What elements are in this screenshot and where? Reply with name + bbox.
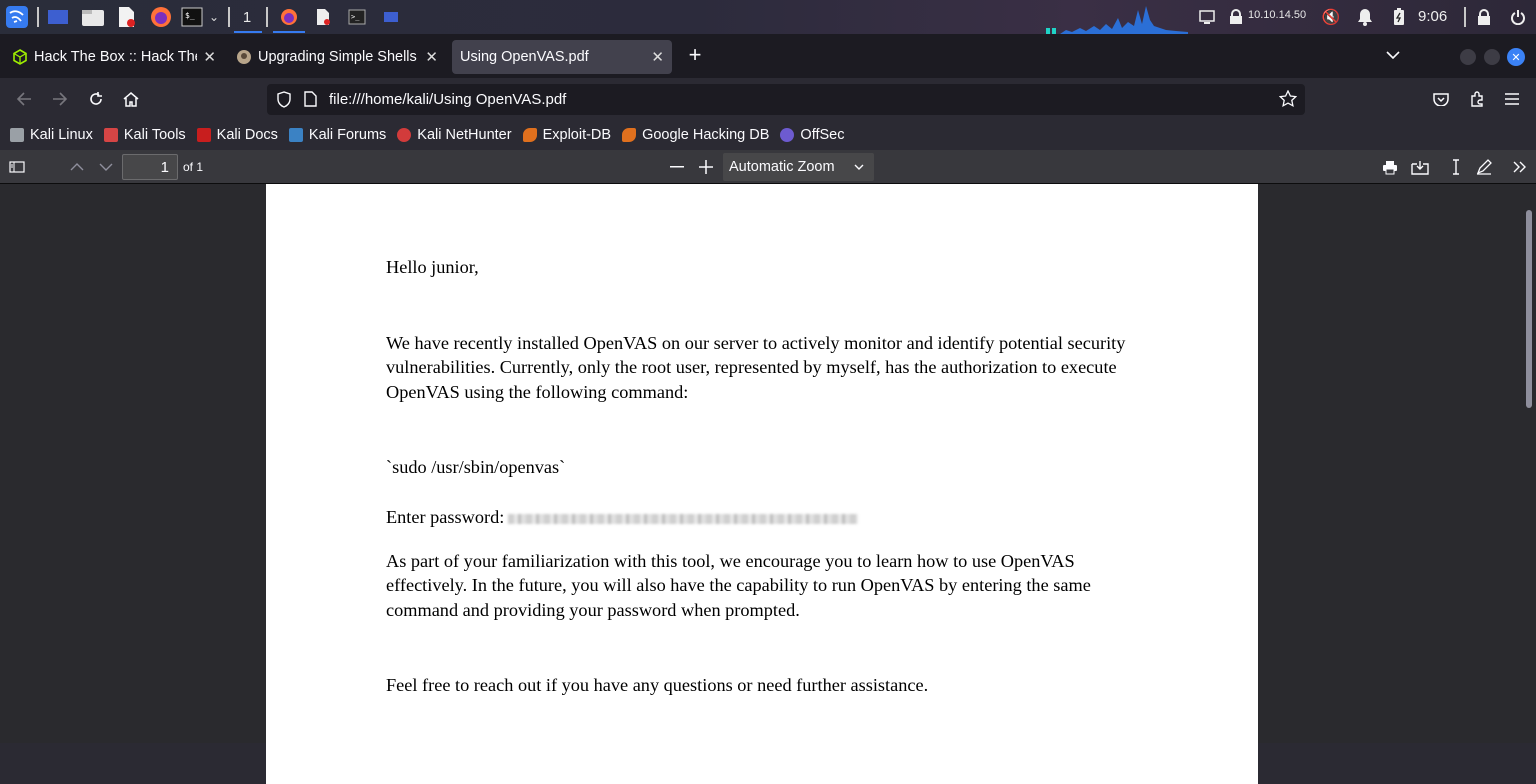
tab-label: Hack The Box :: Hack The: [34, 49, 198, 65]
next-page-icon[interactable]: [93, 155, 119, 179]
forward-button[interactable]: [47, 87, 73, 111]
lock-screen-icon[interactable]: [1474, 5, 1494, 29]
battery-icon: [1390, 5, 1408, 29]
print-icon[interactable]: [1377, 155, 1403, 179]
tab-using-openvas-pdf[interactable]: Using OpenVAS.pdf ✕: [452, 40, 672, 74]
clock[interactable]: 9:06: [1418, 8, 1447, 25]
volume-muted-icon[interactable]: 🔇: [1320, 5, 1342, 29]
back-button[interactable]: [11, 87, 37, 111]
close-tab-icon[interactable]: ✕: [651, 48, 664, 66]
kali-docs-icon: [196, 128, 211, 142]
bookmark-star-icon[interactable]: [1279, 90, 1297, 108]
greeting-text: Hello junior,: [386, 257, 479, 277]
tracking-protection-shield-icon[interactable]: [276, 91, 292, 108]
kali-dragon-icon: [10, 128, 24, 142]
tab-upgrading-shells[interactable]: Upgrading Simple Shells ✕: [228, 40, 446, 74]
vpn-lock-icon[interactable]: [1226, 5, 1246, 29]
maximize-button[interactable]: [1484, 49, 1500, 65]
bookmark-offsec[interactable]: OffSec: [780, 127, 844, 143]
pdf-viewer[interactable]: Hello junior, We have recently installed…: [0, 184, 1536, 784]
password-line: Enter password:: [386, 505, 1146, 529]
bookmark-kali-forums[interactable]: Kali Forums: [288, 127, 386, 143]
redacted-password: [508, 513, 859, 524]
ip-address: 10.10.14.50: [1248, 9, 1307, 21]
bookmark-google-hacking-db[interactable]: Google Hacking DB: [622, 127, 769, 143]
sidebar-toggle-icon[interactable]: [4, 155, 30, 179]
menu-icon[interactable]: [1499, 87, 1525, 111]
home-button[interactable]: [118, 87, 144, 111]
firefox-window-icon[interactable]: [278, 5, 300, 29]
offsec-icon: [780, 128, 795, 142]
avatar-icon: [236, 49, 252, 65]
bookmark-kali-linux[interactable]: Kali Linux: [10, 127, 93, 143]
bookmark-kali-docs[interactable]: Kali Docs: [196, 127, 278, 143]
paragraph-3: Feel free to reach out if you have any q…: [386, 675, 929, 695]
editor-window-icon[interactable]: [312, 5, 334, 29]
nethunter-icon: [397, 128, 412, 142]
network-graph: [1046, 4, 1188, 34]
chevron-down-icon[interactable]: ⌄: [206, 5, 222, 29]
workspace-indicator[interactable]: 1: [236, 5, 258, 29]
notification-bell-icon[interactable]: [1354, 5, 1376, 29]
pocket-icon[interactable]: [1428, 87, 1454, 111]
bookmarks-toolbar: Kali Linux Kali Tools Kali Docs Kali For…: [0, 120, 1536, 150]
minimize-button[interactable]: [1460, 49, 1476, 65]
url-bar[interactable]: file:///home/kali/Using OpenVAS.pdf: [267, 84, 1305, 115]
draw-pen-icon[interactable]: [1471, 155, 1497, 179]
svg-text:$_: $_: [185, 11, 195, 20]
page-count-label: of 1: [183, 160, 204, 174]
save-download-icon[interactable]: [1407, 155, 1433, 179]
text-editor-icon[interactable]: [114, 5, 138, 29]
text-cursor-icon[interactable]: [1443, 155, 1469, 179]
chevron-down-icon: [854, 164, 864, 170]
close-tab-icon[interactable]: ✕: [203, 48, 216, 66]
hackthebox-icon: [12, 49, 28, 65]
vertical-scrollbar[interactable]: [1526, 210, 1532, 408]
password-label: Enter password:: [386, 507, 505, 527]
pdf-page: Hello junior, We have recently installed…: [266, 184, 1258, 784]
page-file-icon[interactable]: [304, 91, 317, 107]
terminal-icon[interactable]: $_: [180, 5, 204, 29]
tab-hackthebox[interactable]: Hack The Box :: Hack The ✕: [4, 40, 224, 74]
previous-page-icon[interactable]: [64, 155, 90, 179]
zoom-in-icon[interactable]: [693, 155, 719, 179]
tab-bar: Hack The Box :: Hack The ✕ Upgrading Sim…: [0, 34, 1536, 78]
display-icon[interactable]: [1197, 5, 1217, 29]
kali-menu-icon[interactable]: [4, 5, 30, 29]
kali-forums-icon: [288, 128, 303, 142]
bookmark-exploit-db[interactable]: Exploit-DB: [522, 127, 611, 143]
bookmark-kali-nethunter[interactable]: Kali NetHunter: [397, 127, 512, 143]
zoom-value: Automatic Zoom: [729, 159, 835, 175]
firefox-icon[interactable]: [148, 5, 174, 29]
zoom-select[interactable]: Automatic Zoom: [723, 153, 874, 181]
close-window-button[interactable]: ✕: [1507, 48, 1525, 66]
tab-label: Upgrading Simple Shells: [258, 49, 417, 65]
window-icon[interactable]: [380, 5, 402, 29]
terminal-window-icon[interactable]: >_: [346, 5, 368, 29]
paragraph-1: We have recently installed OpenVAS on ou…: [386, 333, 1126, 402]
reload-button[interactable]: [83, 87, 109, 111]
zoom-out-icon[interactable]: [664, 155, 690, 179]
show-desktop-icon[interactable]: [46, 5, 70, 29]
close-tab-icon[interactable]: ✕: [425, 48, 438, 66]
ghdb-icon: [622, 128, 637, 142]
more-tools-icon[interactable]: [1507, 155, 1533, 179]
page-number-input[interactable]: [122, 154, 178, 180]
desktop-taskbar: $_ ⌄ 1 >_ 10.10.14.50 🔇 9:06: [0, 0, 1536, 34]
new-tab-button[interactable]: +: [682, 42, 708, 67]
bookmark-kali-tools[interactable]: Kali Tools: [103, 127, 186, 143]
svg-text:>_: >_: [351, 13, 360, 21]
url-text[interactable]: file:///home/kali/Using OpenVAS.pdf: [329, 91, 566, 108]
tab-label: Using OpenVAS.pdf: [460, 49, 589, 65]
pdf-toolbar: of 1 Automatic Zoom: [0, 150, 1536, 184]
paragraph-2: As part of your familiarization with thi…: [386, 551, 1091, 620]
exploit-db-icon: [522, 128, 537, 142]
file-manager-icon[interactable]: [80, 5, 106, 29]
list-all-tabs-button[interactable]: [1380, 43, 1406, 67]
power-icon[interactable]: [1508, 5, 1528, 29]
extensions-icon[interactable]: [1464, 87, 1490, 111]
command-text: `sudo /usr/sbin/openvas`: [386, 457, 566, 477]
kali-tools-icon: [103, 128, 118, 142]
